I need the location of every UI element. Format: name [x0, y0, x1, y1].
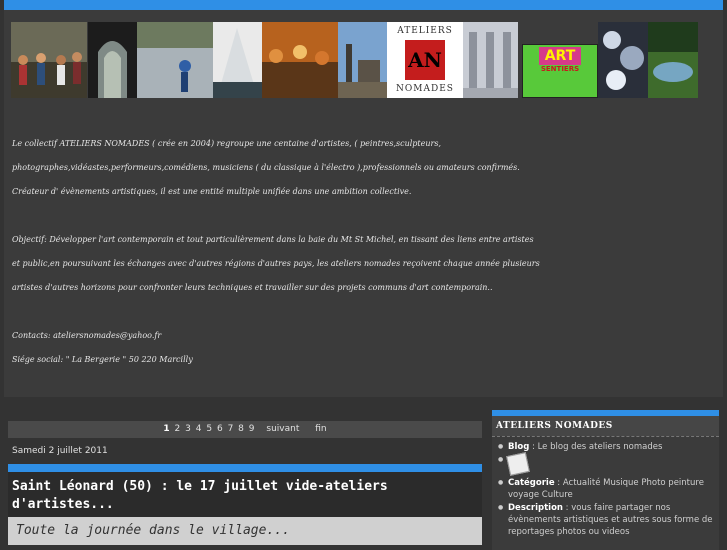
photo-market[interactable]	[262, 22, 338, 98]
page-link-7[interactable]: 7	[228, 424, 234, 434]
page-link-4[interactable]: 4	[196, 424, 202, 434]
intro-line-6: artistes d'autres horizons pour confront…	[12, 283, 493, 292]
page-link-1[interactable]: 1	[163, 424, 169, 434]
note-icon[interactable]	[506, 452, 530, 476]
page-link-2[interactable]: 2	[175, 424, 181, 434]
sidebar-item-blog: Blog : Le blog des ateliers nomades	[498, 441, 713, 453]
logo-mark: AN	[405, 40, 445, 80]
logo-top-text: ATELIERS	[397, 26, 453, 36]
post-accent-bar	[8, 464, 482, 472]
pagination: 1 2 3 4 5 6 7 8 9 suivant fin	[8, 421, 482, 438]
poster-title: ART	[539, 47, 581, 65]
poster-subtitle: SENTIERS	[540, 65, 580, 73]
photo-town[interactable]	[338, 22, 387, 98]
sidebar-item-image	[498, 452, 713, 476]
logo-ateliers-nomades[interactable]: ATELIERS AN NOMADES	[387, 22, 463, 98]
intro-line-1: Le collectif ATELIERS NOMADES ( crée en …	[12, 139, 441, 148]
next-page-link[interactable]: suivant	[266, 424, 299, 434]
page-link-3[interactable]: 3	[185, 424, 191, 434]
post-intro-text: Toute la journée dans le village...	[16, 523, 290, 538]
post-title[interactable]: Saint Léonard (50) : le 17 juillet vide-…	[8, 472, 482, 514]
description-label: Description	[508, 503, 563, 513]
last-page-link[interactable]: fin	[315, 424, 326, 434]
page-link-5[interactable]: 5	[206, 424, 212, 434]
intro-address: Siége social: " La Bergerie " 50 220 Mar…	[12, 355, 193, 364]
photo-pond[interactable]	[648, 22, 698, 98]
intro-line-5: et public,en poursuivant les échanges av…	[12, 259, 540, 268]
sidebar-item-description: Description : vous faire partager nos év…	[498, 502, 713, 538]
poster-art-sentiers[interactable]: ART SENTIERS	[522, 44, 598, 98]
photo-ground[interactable]	[137, 22, 213, 98]
intro-line-2: photographes,vidéastes,performeurs,coméd…	[12, 163, 520, 172]
header-accent-bar	[4, 0, 723, 10]
logo-bottom-text: NOMADES	[396, 84, 454, 94]
category-label: Catégorie	[508, 478, 555, 488]
photo-cloister[interactable]	[463, 22, 518, 98]
intro-contact: Contacts: ateliersnomades@yahoo.fr	[12, 331, 162, 340]
sidebar-item-category: Catégorie : Actualité Musique Photo pein…	[498, 477, 713, 501]
photo-arch[interactable]	[88, 22, 137, 98]
post-title-box: Saint Léonard (50) : le 17 juillet vide-…	[8, 472, 482, 517]
sidebar-body: Blog : Le blog des ateliers nomades Caté…	[492, 436, 719, 550]
post-body: Toute la journée dans le village...	[8, 517, 482, 545]
page-link-8[interactable]: 8	[238, 424, 244, 434]
photo-bubbles[interactable]	[598, 22, 648, 98]
intro-line-3: Créateur d' évènements artistiques, il e…	[12, 187, 412, 196]
post-date: Samedi 2 juillet 2011	[12, 446, 108, 456]
sidebar: ATELIERS NOMADES Blog : Le blog des atel…	[492, 410, 719, 550]
photo-crowd[interactable]	[11, 22, 87, 98]
sidebar-title: ATELIERS NOMADES	[492, 416, 719, 436]
page-link-6[interactable]: 6	[217, 424, 223, 434]
page-link-9[interactable]: 9	[249, 424, 255, 434]
photo-sail[interactable]	[213, 22, 262, 98]
blog-value: : Le blog des ateliers nomades	[529, 442, 663, 452]
intro-line-4: Objectif: Développer l'art contemporain …	[12, 235, 534, 244]
blog-label: Blog	[508, 442, 530, 452]
site-header: ATELIERS AN NOMADES ART SENTIERS Le coll…	[4, 0, 723, 397]
